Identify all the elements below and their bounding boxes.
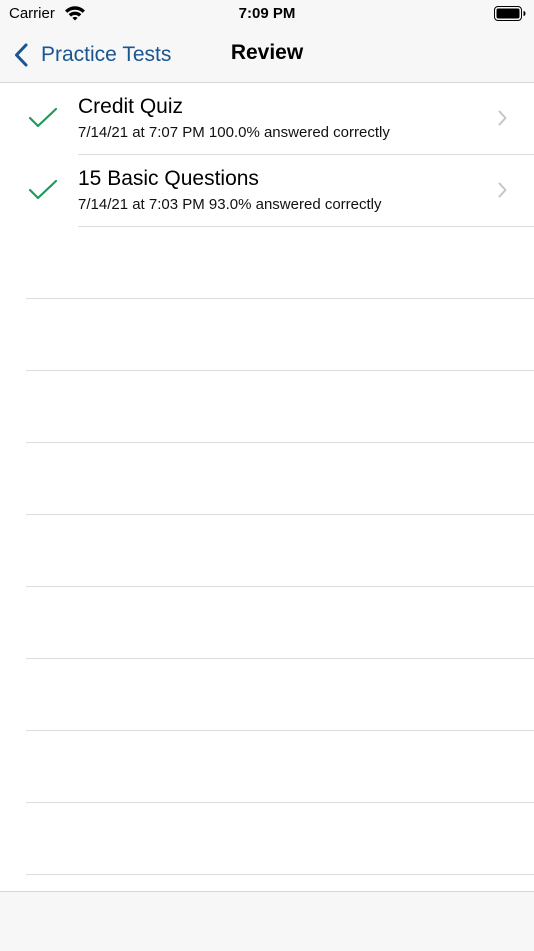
empty-row: [0, 659, 534, 731]
empty-row: [0, 515, 534, 587]
table-row[interactable]: 15 Basic Questions 7/14/21 at 7:03 PM 93…: [0, 155, 534, 227]
results-table: Credit Quiz 7/14/21 at 7:07 PM 100.0% an…: [0, 83, 534, 891]
chevron-right-icon: [498, 182, 507, 198]
table-row[interactable]: Credit Quiz 7/14/21 at 7:07 PM 100.0% an…: [0, 83, 534, 155]
checkmark-icon: [28, 107, 58, 128]
row-separator: [26, 874, 534, 875]
empty-row: [0, 299, 534, 371]
empty-row: [0, 803, 534, 875]
battery-icon: [494, 6, 526, 21]
result-title: 15 Basic Questions: [78, 167, 259, 190]
checkmark-icon: [28, 179, 58, 200]
chevron-right-icon: [498, 110, 507, 126]
result-subtitle: 7/14/21 at 7:03 PM 93.0% answered correc…: [78, 196, 382, 213]
page-title: Review: [230, 41, 304, 64]
empty-row: [0, 731, 534, 803]
status-bar: Carrier 7:09 PM: [0, 0, 534, 28]
result-title: Credit Quiz: [78, 95, 184, 118]
empty-row: [0, 371, 534, 443]
result-subtitle: 7/14/21 at 7:07 PM 100.0% answered corre…: [78, 124, 390, 141]
bottom-toolbar: [0, 891, 534, 951]
empty-row: [0, 227, 534, 299]
status-time: 7:09 PM: [238, 5, 296, 22]
navigation-bar: Practice Tests Review: [0, 28, 534, 83]
empty-row: [0, 443, 534, 515]
empty-row: [0, 587, 534, 659]
